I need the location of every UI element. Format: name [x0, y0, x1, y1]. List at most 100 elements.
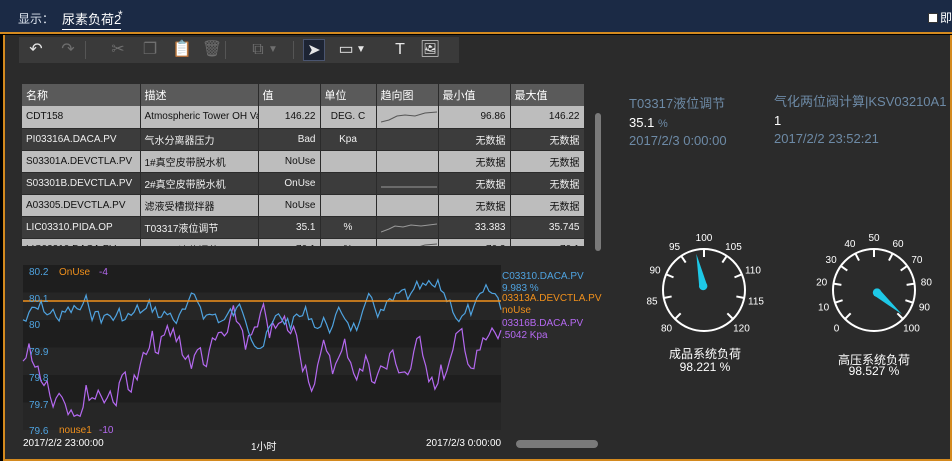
document-title-link[interactable]: 尿素负荷2: [62, 9, 122, 30]
table-row[interactable]: LIC03310.DACA.PVT03317液位调节70.1%70.370.1: [22, 238, 584, 246]
gauge-tick: [833, 282, 842, 286]
cell-unit: DEG. C: [320, 106, 377, 129]
value-block-level: T03317液位调节 35.1 % 2017/2/3 0:00:00: [629, 93, 727, 148]
trend-sparkline-cell: [376, 194, 439, 217]
y-tick-label: 79.8: [29, 373, 49, 384]
gauge-tick-label: 50: [868, 233, 880, 244]
table-row[interactable]: CDT158 Atmospheric Tower OH Vap 146.22 DEG.…: [22, 106, 584, 129]
cell-name: S03301B.DEVCTLA.PV: [22, 172, 141, 195]
dropdown-arrow-icon[interactable]: ▼: [355, 39, 367, 61]
cell-name: PI03316A.DACA.PV: [22, 128, 141, 151]
gauge-tick-label: 60: [892, 239, 904, 250]
dropdown-arrow-icon[interactable]: ▼: [267, 39, 279, 61]
column-header[interactable]: 最大值: [510, 84, 584, 106]
value-block-valve: 气化两位阀计算|KSV03210A1 1 2017/2/2 23:52:21: [774, 91, 946, 146]
cell-value: 146.22: [258, 106, 321, 129]
cell-min: 无数据: [438, 128, 511, 151]
gauge-tick-label: 85: [646, 296, 658, 307]
y-tick-label: 79.6: [29, 426, 49, 437]
cell-name: LIC03310.DACA.PV: [22, 238, 141, 246]
gauge-tick-label: 105: [725, 242, 742, 253]
toolbar-separator: [85, 41, 86, 59]
gauge-tick-label: 95: [669, 242, 681, 253]
cell-value: 70.1: [258, 238, 321, 246]
gauge-tick-label: 0: [834, 323, 840, 334]
plot-band: [23, 347, 501, 375]
cut-icon[interactable]: ✂: [107, 39, 129, 61]
y-tick-label: 79.7: [29, 399, 49, 411]
sparkline: [380, 223, 437, 233]
gauge-high-pressure-load-value: 98.527 %: [848, 364, 900, 378]
rectangle-icon[interactable]: ▭: [335, 39, 357, 61]
gauge-tick: [734, 273, 743, 279]
cell-max: 无数据: [510, 172, 584, 195]
table-vertical-scrollbar[interactable]: [595, 113, 601, 251]
cell-value: OnUse: [258, 172, 321, 195]
cell-max: 146.22: [510, 106, 584, 129]
delete-icon[interactable]: 🗑: [201, 39, 223, 61]
gauge-tick-label: 10: [818, 302, 830, 313]
y-tick-label: 80.2: [29, 267, 49, 278]
legend-value: .5042 Kpa: [502, 330, 548, 341]
pointer-icon[interactable]: ➤: [303, 39, 325, 61]
image-icon[interactable]: 🖼: [419, 39, 441, 61]
top-bar: 显示： 尿素负荷2 * 即: [0, 0, 952, 34]
gauge-product-load: 80 85 90 95 100 105 110 115 120: [646, 233, 764, 334]
legend-tag: 03313A.DEVCTLA.PV: [502, 293, 602, 304]
table-row[interactable]: LIC03310.PIDA.OP T03317液位调节 35.1% 33.383 35.…: [22, 216, 584, 239]
trend-time-span: 1小时: [251, 442, 277, 453]
copy-icon[interactable]: ❐: [139, 39, 161, 61]
cell-desc: 1#真空皮带脱水机: [140, 150, 259, 173]
group-icon[interactable]: ⧉: [247, 39, 269, 61]
trend-sparkline-cell: [376, 238, 439, 246]
cell-max: 70.1: [510, 238, 584, 246]
table-row[interactable]: A03305.DEVCTLA.PV 滤液受槽搅拌器 NoUse 无数据 无数据: [22, 194, 584, 217]
value-block-number: 35.1: [629, 115, 655, 130]
gauge-tick: [663, 295, 672, 299]
trend-chart[interactable]: OnUse -4 nouse1 -10 2017/2/2 23:00:00 1小…: [21, 265, 602, 455]
value-block-number: 1: [774, 113, 782, 128]
toolbar-separator: [225, 41, 226, 59]
undo-icon[interactable]: ↶: [25, 39, 47, 61]
column-header[interactable]: 单位: [320, 84, 377, 106]
gauge-tick-label: 90: [919, 302, 931, 313]
redo-icon[interactable]: ↷: [57, 39, 79, 61]
sparkline: [380, 186, 437, 188]
cell-value: NoUse: [258, 194, 321, 217]
cell-unit: Kpa: [320, 128, 377, 151]
trend-time-start: 2017/2/2 23:00:00: [23, 438, 104, 449]
gauge-tick-label: 20: [816, 278, 828, 289]
checkbox-icon[interactable]: [927, 13, 938, 23]
right-checkbox-label: 即: [939, 11, 952, 25]
value-block-value: 35.1 %: [629, 115, 727, 130]
table-header-row: 名称 描述值单位 趋向图 最小值 最大值: [22, 84, 584, 106]
trend-horizontal-scrollbar[interactable]: [516, 440, 598, 448]
trend-time-end: 2017/2/3 0:00:00: [426, 438, 502, 449]
cell-name: A03305.DEVCTLA.PV: [22, 194, 141, 217]
gauge-tick: [854, 253, 860, 262]
column-header[interactable]: 值: [258, 84, 321, 106]
cell-unit: %: [320, 238, 377, 246]
column-header[interactable]: 趋向图: [376, 84, 439, 106]
trend-sparkline-cell: [376, 106, 439, 129]
paste-icon[interactable]: 📋: [171, 39, 193, 61]
trend-top-value: -4: [99, 267, 108, 278]
cell-max: 无数据: [510, 150, 584, 173]
column-header[interactable]: 描述: [140, 84, 259, 106]
table-row[interactable]: S03301B.DEVCTLA.PV 2#真空皮带脱水机 OnUse 无数据 无数据: [22, 172, 584, 195]
table-row[interactable]: S03301A.DEVCTLA.PV 1#真空皮带脱水机 NoUse 无数据 无数据: [22, 150, 584, 173]
gauge-product-load-title: 成品系统负荷: [668, 347, 741, 361]
gauge-tick-label: 30: [826, 255, 838, 266]
gauge-tick: [721, 255, 728, 264]
table-row[interactable]: PI03316A.DACA.PV 气水分离器压力 Bad Kpa 无数据 无数据: [22, 128, 584, 151]
column-header[interactable]: 名称: [22, 84, 141, 106]
gauge-needle-hub: [698, 281, 708, 291]
tag-table: 名称 描述值单位 趋向图 最小值 最大值 CDT158 Atmospheric Tower…: [22, 84, 584, 246]
gauge-tick: [674, 312, 682, 320]
y-tick-label: 80: [29, 320, 41, 331]
value-block-unit: %: [657, 118, 668, 130]
gauge-tick-label: 100: [696, 233, 713, 244]
right-checkbox[interactable]: 即: [927, 9, 952, 26]
column-header[interactable]: 最小值: [438, 84, 511, 106]
text-icon[interactable]: T: [389, 39, 411, 61]
